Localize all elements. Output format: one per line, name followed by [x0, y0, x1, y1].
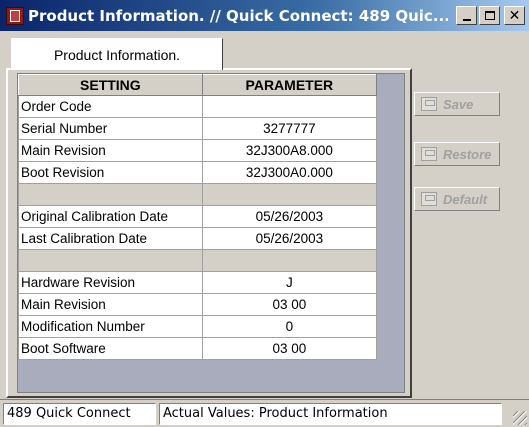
table-row-spacer: [18, 249, 378, 272]
table-header-row: SETTING PARAMETER: [18, 74, 378, 96]
parameter-cell[interactable]: 3277777: [201, 117, 378, 140]
tab-product-information[interactable]: Product Information.: [11, 38, 223, 70]
status-bar: 489 Quick Connect Actual Values: Product…: [0, 399, 529, 427]
parameter-cell[interactable]: 32J300A8.000: [201, 139, 378, 162]
parameter-cell[interactable]: 03 00: [201, 293, 378, 316]
window-controls: ✕: [456, 6, 525, 25]
setting-cell: Last Calibration Date: [18, 227, 203, 250]
minimize-icon: [462, 18, 471, 21]
table-row[interactable]: Original Calibration Date 05/26/2003: [18, 205, 378, 228]
table-row[interactable]: Hardware Revision J: [18, 271, 378, 294]
product-information-window: Product Information. // Quick Connect: 4…: [0, 0, 529, 427]
parameter-cell[interactable]: [201, 95, 378, 118]
parameter-cell[interactable]: J: [201, 271, 378, 294]
column-header-parameter[interactable]: PARAMETER: [201, 74, 378, 96]
table-row[interactable]: Boot Revision 32J300A0.000: [18, 161, 378, 184]
title-bar[interactable]: Product Information. // Quick Connect: 4…: [0, 0, 529, 31]
column-header-setting[interactable]: SETTING: [18, 74, 203, 96]
window-title: Product Information. // Quick Connect: 4…: [28, 6, 448, 25]
minimize-button[interactable]: [456, 6, 477, 25]
parameter-cell[interactable]: 32J300A0.000: [201, 161, 378, 184]
table-row[interactable]: Main Revision 03 00: [18, 293, 378, 316]
setting-cell: [18, 249, 203, 272]
setting-cell: Serial Number: [18, 117, 203, 140]
table-row[interactable]: Last Calibration Date 05/26/2003: [18, 227, 378, 250]
setting-cell: Boot Revision: [18, 161, 203, 184]
table-row[interactable]: Modification Number 0: [18, 315, 378, 338]
default-icon: [421, 192, 437, 206]
setting-cell: Modification Number: [18, 315, 203, 338]
save-button-label: Save: [443, 96, 474, 112]
default-button-label: Default: [443, 191, 488, 207]
table-row[interactable]: Serial Number 3277777: [18, 117, 378, 140]
parameter-cell[interactable]: 05/26/2003: [201, 227, 378, 250]
settings-table: SETTING PARAMETER Order Code Serial Numb…: [18, 74, 378, 360]
setting-cell: Boot Software: [18, 337, 203, 360]
parameter-cell[interactable]: 03 00: [201, 337, 378, 360]
tab-label: Product Information.: [53, 46, 181, 63]
close-button[interactable]: ✕: [504, 6, 525, 25]
app-icon[interactable]: [6, 6, 24, 25]
setting-cell: Main Revision: [18, 293, 203, 316]
close-icon: ✕: [508, 7, 521, 24]
restore-icon: [421, 147, 437, 161]
parameter-cell: [201, 249, 378, 272]
restore-button[interactable]: Restore: [414, 142, 500, 166]
default-button[interactable]: Default: [414, 187, 500, 211]
resize-grip-icon[interactable]: [513, 411, 527, 425]
table-row[interactable]: Order Code: [18, 95, 378, 118]
table-row[interactable]: Boot Software 03 00: [18, 337, 378, 360]
table-row-spacer: [18, 183, 378, 206]
parameter-cell[interactable]: 05/26/2003: [201, 205, 378, 228]
parameter-cell: [201, 183, 378, 206]
maximize-button[interactable]: [479, 6, 500, 25]
setting-cell: Main Revision: [18, 139, 203, 162]
parameter-cell[interactable]: 0: [201, 315, 378, 338]
maximize-icon: [484, 11, 495, 20]
setting-cell: [18, 183, 203, 206]
restore-button-label: Restore: [443, 146, 492, 162]
save-icon: [421, 97, 437, 111]
setting-cell: Original Calibration Date: [18, 205, 203, 228]
table-row[interactable]: Main Revision 32J300A8.000: [18, 139, 378, 162]
settings-grid[interactable]: SETTING PARAMETER Order Code Serial Numb…: [17, 73, 405, 393]
status-device: 489 Quick Connect: [3, 402, 156, 425]
save-button[interactable]: Save: [414, 92, 500, 116]
setting-cell: Hardware Revision: [18, 271, 203, 294]
status-context: Actual Values: Product Information: [159, 402, 502, 425]
setting-cell: Order Code: [18, 95, 203, 118]
